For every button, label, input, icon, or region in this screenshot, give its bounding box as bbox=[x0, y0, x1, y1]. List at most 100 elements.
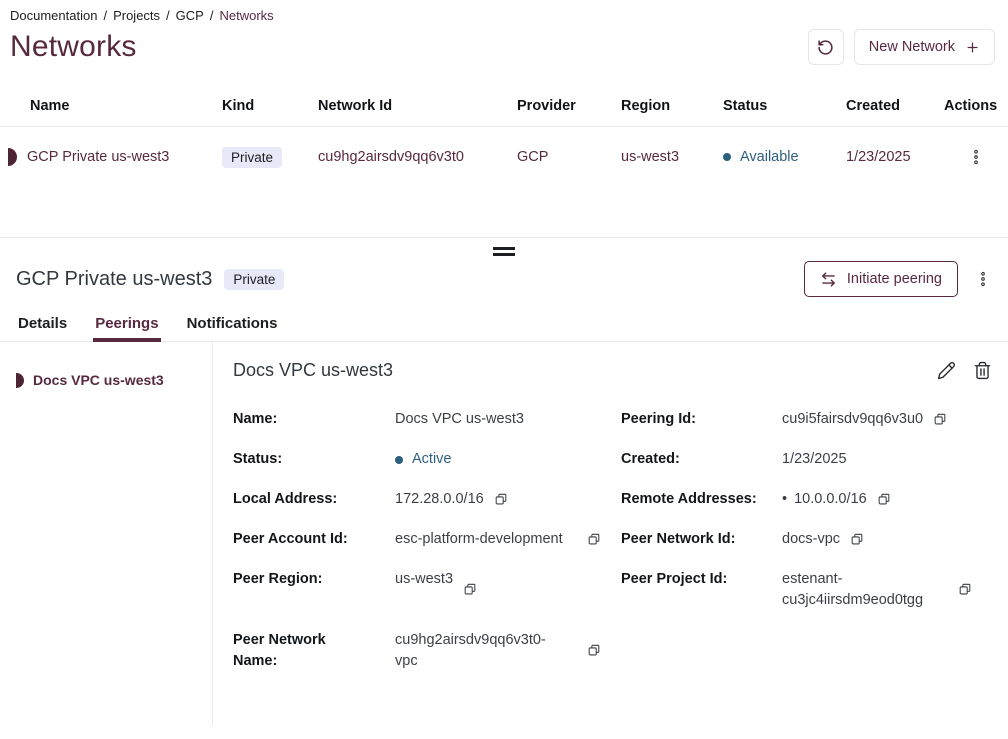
detail-tabs: Details Peerings Notifications bbox=[0, 313, 1008, 342]
list-bullet: • bbox=[782, 489, 787, 510]
edit-peering-button[interactable] bbox=[937, 361, 956, 380]
field-text: cu9hg2airsdv9qq6v3t0-vpc bbox=[395, 630, 567, 672]
copy-icon bbox=[850, 533, 864, 547]
copy-icon bbox=[933, 413, 947, 427]
field-label-peer-network-name: Peer Network Name: bbox=[233, 630, 349, 672]
field-text: 172.28.0.0/16 bbox=[395, 489, 484, 510]
new-network-button[interactable]: New Network bbox=[854, 29, 995, 65]
drag-grip-line bbox=[493, 247, 515, 250]
peering-list-item-label: Docs VPC us-west3 bbox=[33, 372, 164, 388]
status-dot bbox=[723, 153, 731, 161]
field-value-remote-addresses: • 10.0.0.0/16 bbox=[782, 489, 992, 510]
field-text: Docs VPC us-west3 bbox=[395, 409, 524, 430]
region-value: us-west3 bbox=[621, 149, 723, 165]
tab-peerings[interactable]: Peerings bbox=[93, 313, 160, 341]
kind-badge: Private bbox=[222, 147, 282, 168]
field-label-peering-id: Peering Id: bbox=[621, 409, 782, 430]
rotate-ccw-icon bbox=[817, 39, 834, 56]
copy-button[interactable] bbox=[463, 583, 477, 597]
column-header-name: Name bbox=[0, 98, 222, 114]
refresh-button[interactable] bbox=[808, 29, 844, 65]
field-value-peering-id: cu9i5fairsdv9qq6v3u0 bbox=[782, 409, 992, 430]
peering-title: Docs VPC us-west3 bbox=[233, 360, 393, 381]
pencil-icon bbox=[937, 361, 956, 380]
copy-button[interactable] bbox=[850, 533, 864, 547]
networks-table: Name Kind Network Id Provider Region Sta… bbox=[0, 85, 1008, 187]
trash-icon bbox=[973, 361, 992, 380]
copy-button[interactable] bbox=[587, 533, 601, 547]
breadcrumb-separator: / bbox=[103, 8, 107, 23]
column-header-status: Status bbox=[723, 98, 846, 114]
initiate-peering-button-label: Initiate peering bbox=[847, 271, 942, 287]
breadcrumb-item-networks[interactable]: Networks bbox=[219, 8, 273, 23]
copy-button[interactable] bbox=[958, 583, 972, 597]
empty-cell bbox=[621, 630, 782, 672]
field-value-local-address: 172.28.0.0/16 bbox=[395, 489, 621, 510]
page-header: Networks New Network bbox=[0, 23, 1008, 65]
networks-table-header: Name Kind Network Id Provider Region Sta… bbox=[0, 85, 1008, 127]
network-detail-header: GCP Private us-west3 Private Initiate pe… bbox=[0, 259, 1008, 297]
column-header-actions: Actions bbox=[944, 98, 1008, 114]
copy-icon bbox=[958, 583, 972, 597]
kebab-icon bbox=[967, 148, 985, 166]
copy-icon bbox=[587, 644, 601, 658]
copy-button[interactable] bbox=[494, 493, 508, 507]
status-badge: Available bbox=[740, 149, 799, 165]
field-text: 10.0.0.0/16 bbox=[794, 489, 867, 510]
kebab-icon bbox=[974, 270, 992, 288]
peering-fields: Name: Docs VPC us-west3 Peering Id: cu9i… bbox=[233, 409, 992, 672]
provider-value: GCP bbox=[517, 149, 621, 165]
breadcrumb-item-documentation[interactable]: Documentation bbox=[10, 8, 97, 23]
column-header-region: Region bbox=[621, 98, 723, 114]
sidebar-item-docs-vpc-us-west3[interactable]: Docs VPC us-west3 bbox=[0, 372, 212, 388]
copy-button[interactable] bbox=[587, 644, 601, 658]
field-label-local-address: Local Address: bbox=[233, 489, 395, 510]
field-label-remote-addresses: Remote Addresses: bbox=[621, 489, 782, 510]
copy-icon bbox=[587, 533, 601, 547]
copy-button[interactable] bbox=[877, 493, 891, 507]
field-value-name: Docs VPC us-west3 bbox=[395, 409, 621, 430]
field-label-peer-network-id: Peer Network Id: bbox=[621, 529, 782, 550]
column-header-network-id: Network Id bbox=[318, 98, 517, 114]
table-empty-space bbox=[0, 187, 1008, 237]
copy-icon bbox=[877, 493, 891, 507]
copy-icon bbox=[494, 493, 508, 507]
empty-cell bbox=[782, 630, 992, 672]
field-text: 1/23/2025 bbox=[782, 449, 847, 470]
copy-button[interactable] bbox=[933, 413, 947, 427]
field-value-peer-network-name: cu9hg2airsdv9qq6v3t0-vpc bbox=[395, 630, 621, 672]
breadcrumb-separator: / bbox=[166, 8, 170, 23]
copy-icon bbox=[463, 583, 477, 597]
peerings-panel: Docs VPC us-west3 Docs VPC us-west3 bbox=[0, 342, 1008, 725]
breadcrumb-item-projects[interactable]: Projects bbox=[113, 8, 160, 23]
field-label-created: Created: bbox=[621, 449, 782, 470]
initiate-peering-button[interactable]: Initiate peering bbox=[804, 261, 958, 297]
field-text: estenant-cu3jc4iirsdm9eod0tgg bbox=[782, 569, 950, 611]
field-value-peer-network-id: docs-vpc bbox=[782, 529, 992, 550]
peerings-sidebar: Docs VPC us-west3 bbox=[0, 342, 213, 725]
delete-peering-button[interactable] bbox=[973, 361, 992, 380]
field-label-peer-region: Peer Region: bbox=[233, 569, 395, 611]
column-header-kind: Kind bbox=[222, 98, 318, 114]
tab-details[interactable]: Details bbox=[16, 313, 69, 341]
network-detail-title: GCP Private us-west3 bbox=[16, 268, 212, 291]
field-text: us-west3 bbox=[395, 569, 453, 590]
field-label-name: Name: bbox=[233, 409, 395, 430]
field-label-peer-account-id: Peer Account Id: bbox=[233, 529, 395, 550]
field-text: esc-platform-development bbox=[395, 529, 563, 550]
drag-grip-line bbox=[493, 253, 515, 256]
page-title: Networks bbox=[10, 30, 137, 64]
network-icon bbox=[8, 148, 17, 166]
field-label-status: Status: bbox=[233, 449, 395, 470]
row-actions-menu-button[interactable] bbox=[963, 144, 989, 170]
panel-resize-handle[interactable] bbox=[0, 237, 1008, 256]
field-text: cu9i5fairsdv9qq6v3u0 bbox=[782, 409, 923, 430]
breadcrumb-separator: / bbox=[210, 8, 214, 23]
status-badge: Active bbox=[412, 449, 452, 470]
breadcrumb-item-gcp[interactable]: GCP bbox=[176, 8, 204, 23]
detail-actions-menu-button[interactable] bbox=[970, 266, 996, 292]
field-label-peer-project-id: Peer Project Id: bbox=[621, 569, 782, 611]
swap-arrows-icon bbox=[820, 271, 837, 288]
tab-notifications[interactable]: Notifications bbox=[185, 313, 280, 341]
network-name-link[interactable]: GCP Private us-west3 bbox=[27, 149, 169, 165]
